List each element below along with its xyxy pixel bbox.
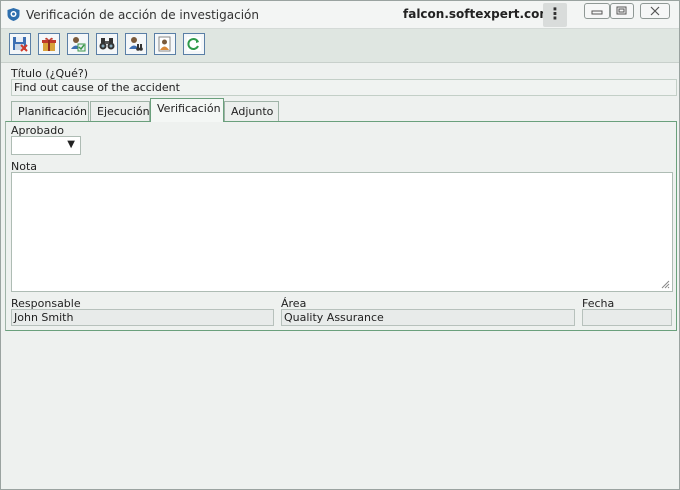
maximize-icon: [616, 6, 627, 15]
tab-planificacion[interactable]: Planificación: [11, 101, 89, 121]
responsible-field: John Smith: [11, 309, 274, 326]
more-options-button[interactable]: ⋮: [543, 3, 567, 27]
search-button[interactable]: [96, 33, 118, 55]
tab-ejecucion[interactable]: Ejecución: [90, 101, 150, 121]
dialog-window: Verificación de acción de investigación …: [0, 0, 680, 490]
gift-button[interactable]: [38, 33, 60, 55]
save-close-icon: [13, 37, 28, 52]
approved-select[interactable]: ▼: [11, 136, 81, 155]
window-title: Verificación de acción de investigación: [26, 8, 259, 22]
gift-icon: [42, 37, 56, 51]
maximize-button[interactable]: [610, 3, 634, 19]
title-field: Find out cause of the accident: [11, 79, 677, 96]
user-search-icon: [129, 37, 143, 51]
refresh-button[interactable]: [183, 33, 205, 55]
close-icon: [650, 6, 660, 16]
dropdown-arrow-icon: ▼: [67, 139, 75, 150]
kebab-menu-icon: ⋮: [547, 4, 563, 23]
user-check-button[interactable]: [67, 33, 89, 55]
host-name: falcon.softexpert.com: [403, 7, 552, 21]
tab-verificacion[interactable]: Verificación: [150, 98, 224, 122]
user-search-button[interactable]: [125, 33, 147, 55]
app-logo-icon: [7, 8, 20, 21]
tab-adjunto[interactable]: Adjunto: [224, 101, 279, 121]
refresh-icon: [187, 37, 201, 51]
binoculars-icon: [99, 38, 115, 50]
user-document-icon: [158, 36, 171, 52]
close-button[interactable]: [640, 3, 670, 19]
note-textarea[interactable]: [11, 172, 673, 292]
save-close-button[interactable]: [9, 33, 31, 55]
minimize-icon: [591, 10, 603, 15]
user-document-button[interactable]: [154, 33, 176, 55]
toolbar: [1, 29, 679, 63]
minimize-button[interactable]: [584, 3, 610, 19]
resize-grip-icon[interactable]: [660, 279, 670, 289]
title-bar: Verificación de acción de investigación …: [1, 1, 679, 29]
user-check-icon: [71, 37, 86, 52]
area-field: Quality Assurance: [281, 309, 575, 326]
date-field: [582, 309, 672, 326]
